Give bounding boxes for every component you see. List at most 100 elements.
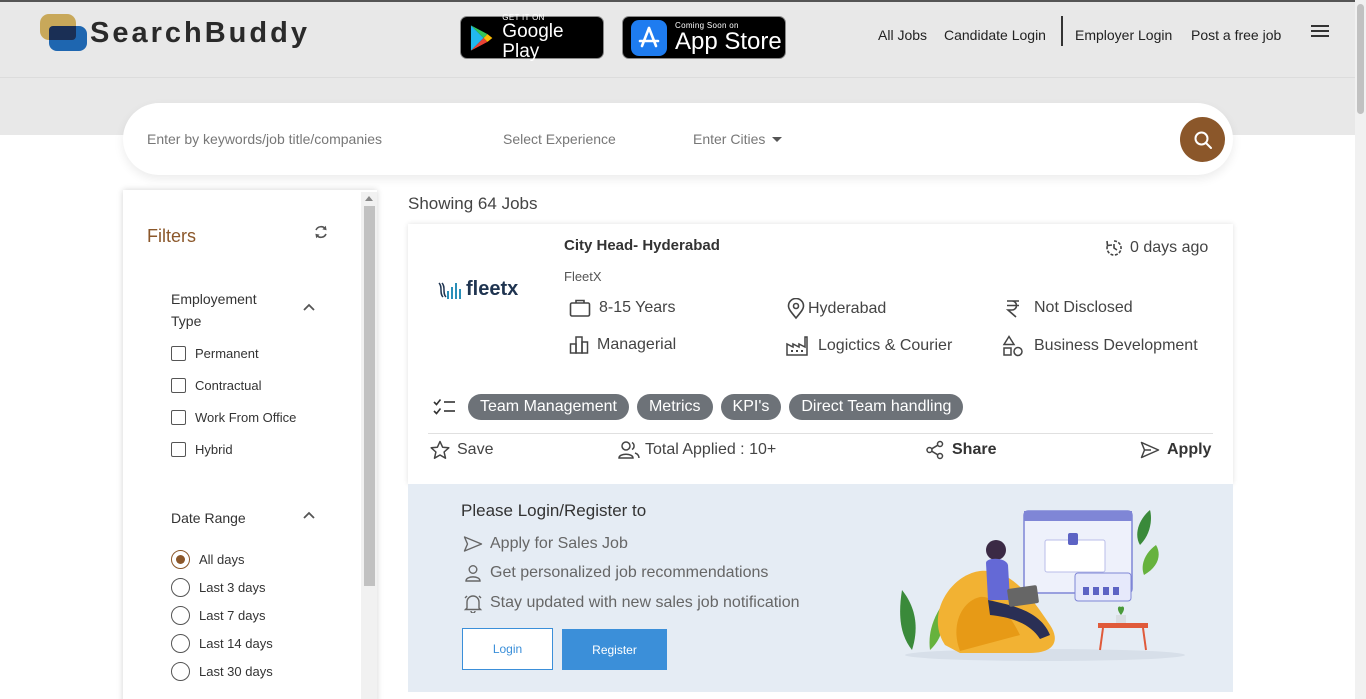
star-icon [430, 440, 450, 459]
cities-input[interactable]: Enter Cities [693, 131, 765, 147]
search-button[interactable] [1180, 117, 1225, 162]
skills-list: Team Management Metrics KPI's Direct Tea… [433, 394, 971, 420]
skill-tag[interactable]: KPI's [720, 394, 782, 420]
checklist-icon [433, 399, 455, 415]
filters-scrollbar[interactable] [361, 192, 377, 699]
menu-icon[interactable] [1311, 25, 1329, 37]
employment-type-title[interactable]: Employement Type [171, 288, 281, 332]
checkbox[interactable] [171, 442, 186, 457]
keyword-search-input[interactable]: Enter by keywords/job title/companies [147, 131, 382, 147]
filter-hybrid-label: Hybrid [195, 442, 233, 457]
chevron-up-icon[interactable] [302, 508, 316, 522]
role-level: Managerial [569, 335, 676, 355]
filter-permanent-label: Permanent [195, 346, 259, 361]
save-button[interactable]: Save [430, 440, 493, 460]
brand-logo[interactable]: SearchBuddy [40, 14, 310, 52]
page-scrollbar-thumb[interactable] [1357, 4, 1364, 114]
refresh-icon[interactable] [313, 224, 329, 240]
skill-tag[interactable]: Team Management [468, 394, 629, 420]
factory-icon [786, 336, 808, 356]
page-scrollbar[interactable] [1355, 0, 1366, 699]
experience-select[interactable]: Select Experience [503, 131, 616, 147]
radio[interactable] [171, 606, 190, 625]
nav-post-job[interactable]: Post a free job [1191, 22, 1281, 48]
experience-text: 8-15 Years [599, 299, 676, 316]
bell-icon [463, 595, 483, 613]
industry: Logictics & Courier [785, 335, 952, 357]
card-divider [428, 433, 1213, 434]
logo-mark-icon [40, 14, 88, 52]
user-icon [465, 565, 481, 582]
experience: 8-15 Years [569, 298, 676, 318]
industry-text: Logictics & Courier [818, 337, 953, 354]
shapes-icon [1002, 335, 1023, 357]
filter-permanent[interactable]: Permanent [171, 346, 259, 361]
search-bar: Enter by keywords/job title/companies Se… [123, 103, 1233, 175]
nav-all-jobs[interactable]: All Jobs [878, 22, 927, 48]
checkbox[interactable] [171, 410, 186, 425]
date-last-14-days[interactable]: Last 14 days [171, 634, 273, 653]
company-logo-text: fleetx [466, 278, 519, 300]
checkbox[interactable] [171, 346, 186, 361]
date-last-3-days[interactable]: Last 3 days [171, 578, 266, 597]
job-title[interactable]: City Head- Hyderabad [564, 237, 720, 254]
checkbox[interactable] [171, 378, 186, 393]
date-last-3-days-label: Last 3 days [199, 580, 266, 595]
register-button[interactable]: Register [562, 629, 667, 670]
nav-employer-login[interactable]: Employer Login [1075, 22, 1172, 48]
radio[interactable] [171, 578, 190, 597]
date-last-7-days-label: Last 7 days [199, 608, 266, 623]
location: Hyderabad [787, 298, 886, 320]
radio[interactable] [171, 634, 190, 653]
company-name[interactable]: FleetX [564, 269, 602, 284]
date-all-days-label: All days [199, 552, 245, 567]
filter-contractual-label: Contractual [195, 378, 262, 393]
window-top-border [0, 0, 1366, 2]
nav-divider [1061, 16, 1063, 46]
app-store-icon [631, 19, 667, 56]
app-store-badge[interactable]: Coming Soon on App Store [622, 16, 786, 59]
nav-post-job-label[interactable]: Post a free job [1191, 27, 1281, 43]
header-divider [0, 77, 1355, 78]
radio[interactable] [171, 662, 190, 681]
share-button[interactable]: Share [925, 440, 996, 460]
location-pin-icon [787, 298, 805, 320]
login-panel-title: Please Login/Register to [461, 501, 647, 520]
filters-scrollbar-thumb[interactable] [364, 206, 375, 586]
skill-tag[interactable]: Metrics [636, 394, 713, 420]
date-all-days[interactable]: All days [171, 550, 245, 569]
nav-all-jobs-label[interactable]: All Jobs [878, 27, 927, 43]
chevron-down-icon[interactable] [772, 137, 782, 142]
company-logo: fleetx [437, 278, 518, 301]
send-icon [463, 536, 483, 552]
chevron-up-icon[interactable] [302, 300, 316, 314]
login-button[interactable]: Login [462, 628, 553, 670]
department-text: Business Development [1034, 337, 1198, 354]
filters-title: Filters [147, 226, 196, 246]
benefit-apply: Apply for Sales Job [463, 535, 628, 553]
filter-work-from-office[interactable]: Work From Office [171, 410, 296, 425]
salary-text: Not Disclosed [1034, 299, 1133, 316]
salary: Not Disclosed [1003, 298, 1133, 318]
share-icon [926, 440, 944, 460]
benefit-apply-text: Apply for Sales Job [490, 535, 628, 552]
skill-tag[interactable]: Direct Team handling [789, 394, 964, 420]
scroll-up-icon[interactable] [365, 196, 373, 201]
nav-candidate-login[interactable]: Candidate Login [944, 22, 1046, 48]
filter-hybrid[interactable]: Hybrid [171, 442, 233, 457]
date-range-title[interactable]: Date Range [171, 507, 246, 529]
nav-employer-login-label[interactable]: Employer Login [1075, 27, 1172, 43]
search-icon [1194, 131, 1212, 149]
apply-button[interactable]: Apply [1140, 440, 1211, 460]
fleetx-mark-icon [438, 281, 447, 298]
google-play-badge[interactable]: GET IT ON Google Play [460, 13, 604, 62]
brand-name: SearchBuddy [90, 16, 310, 49]
date-last-30-days[interactable]: Last 30 days [171, 662, 273, 681]
nav-candidate-login-label[interactable]: Candidate Login [944, 27, 1046, 43]
benefit-recommendations-text: Get personalized job recommendations [490, 564, 769, 581]
date-last-7-days[interactable]: Last 7 days [171, 606, 266, 625]
department: Business Development [1002, 335, 1198, 357]
filter-contractual[interactable]: Contractual [171, 378, 261, 393]
radio-selected[interactable] [171, 550, 190, 569]
share-label: Share [952, 441, 997, 458]
